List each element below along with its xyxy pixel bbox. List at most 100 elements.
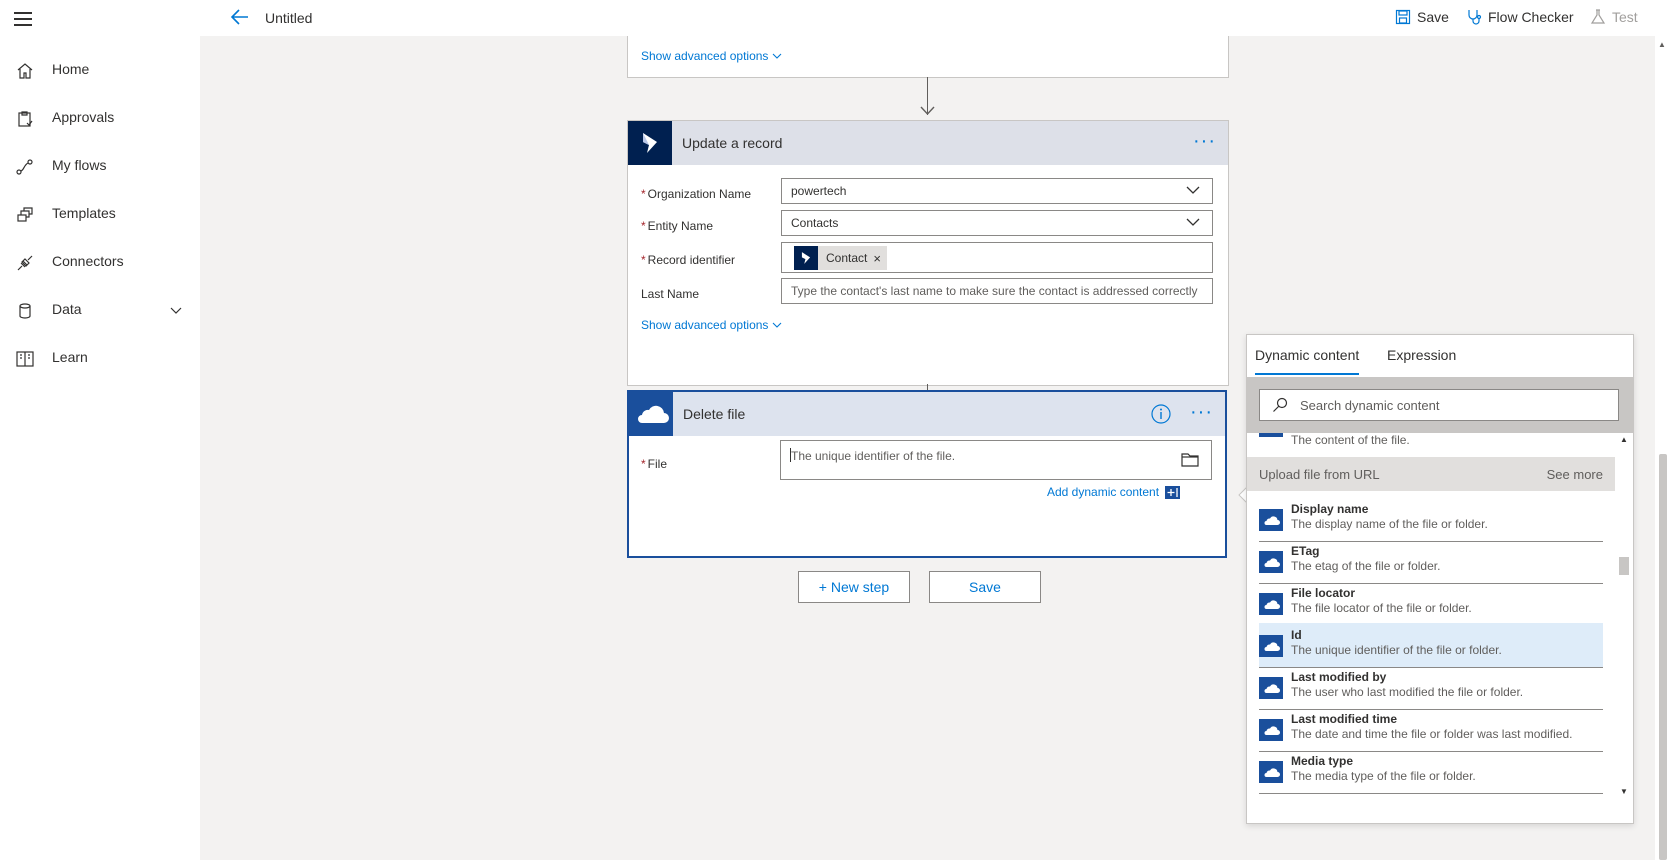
- item-description: The user who last modified the file or f…: [1291, 685, 1524, 699]
- hamburger-menu-icon[interactable]: [14, 12, 32, 26]
- item-description: The display name of the file or folder.: [1291, 517, 1488, 531]
- test-label: Test: [1612, 9, 1638, 25]
- nav-item-home[interactable]: Home: [0, 50, 200, 90]
- delete-file-card-header[interactable]: Delete file ···: [629, 392, 1225, 436]
- chevron-down-icon: [1186, 186, 1200, 194]
- scroll-up-icon[interactable]: ▲: [1620, 435, 1628, 444]
- nav-label-learn: Learn: [52, 349, 88, 365]
- last-name-input[interactable]: Type the contact's last name to make sur…: [781, 278, 1213, 304]
- tab-expression[interactable]: Expression: [1387, 347, 1456, 363]
- test-button[interactable]: Test: [1590, 9, 1638, 25]
- item-name: File locator: [1291, 586, 1356, 600]
- dynamic-item-display-name[interactable]: Display name The display name of the fil…: [1259, 497, 1603, 542]
- item-description: The etag of the file or folder.: [1291, 559, 1441, 573]
- stethoscope-icon: [1468, 10, 1482, 25]
- add-dynamic-content-link[interactable]: Add dynamic content: [1047, 485, 1181, 499]
- file-input[interactable]: The unique identifier of the file.: [780, 440, 1212, 480]
- item-description: The file locator of the file or folder.: [1291, 601, 1472, 615]
- dynamic-list-scrollbar-thumb[interactable]: [1619, 557, 1629, 575]
- flow-title[interactable]: Untitled: [265, 10, 312, 26]
- list-item[interactable]: The content of the file.: [1259, 433, 1603, 449]
- organization-name-dropdown[interactable]: powertech: [781, 178, 1213, 204]
- nav-item-learn[interactable]: Learn: [0, 338, 200, 378]
- save-icon: [1395, 9, 1411, 25]
- dynamic-content-panel: Dynamic content Expression The content o…: [1246, 334, 1634, 824]
- show-advanced-options-link[interactable]: Show advanced options: [641, 49, 782, 63]
- nav-item-templates[interactable]: Templates: [0, 194, 200, 234]
- contact-token-label: Contact: [826, 251, 868, 265]
- entity-name-dropdown[interactable]: Contacts: [781, 210, 1213, 236]
- item-name: Id: [1291, 628, 1302, 642]
- dynamic-content-list: The content of the file. Upload file fro…: [1247, 433, 1633, 821]
- dynamic-list-scrollbar[interactable]: ▲ ▼: [1617, 433, 1631, 821]
- show-advanced-options-label: Show advanced options: [641, 49, 769, 63]
- dynamics-logo-icon: [628, 121, 672, 165]
- nav-label-home: Home: [52, 61, 90, 77]
- more-options-icon[interactable]: ···: [1190, 402, 1213, 422]
- delete-file-title: Delete file: [683, 406, 746, 422]
- dynamic-search-box[interactable]: [1259, 389, 1619, 421]
- section-title: Upload file from URL: [1259, 467, 1380, 482]
- flows-icon: [16, 159, 33, 175]
- dynamic-item-last-modified-by[interactable]: Last modified by The user who last modif…: [1259, 665, 1603, 710]
- nav-label-data: Data: [52, 301, 82, 317]
- previous-action-card: Show advanced options: [627, 36, 1229, 78]
- contact-token[interactable]: Contact ×: [794, 246, 887, 270]
- onedrive-icon: [1259, 719, 1283, 741]
- search-dynamic-content-input[interactable]: [1298, 396, 1602, 414]
- canvas-scrollbar[interactable]: ▲: [1655, 36, 1671, 860]
- scroll-down-icon[interactable]: ▼: [1620, 787, 1628, 796]
- save-flow-button[interactable]: Save: [929, 571, 1041, 603]
- dynamic-item-file-locator[interactable]: File locator The file locator of the fil…: [1259, 581, 1603, 626]
- dynamic-item-media-type[interactable]: Media type The media type of the file or…: [1259, 749, 1603, 794]
- last-name-placeholder: Type the contact's last name to make sur…: [791, 284, 1198, 298]
- info-icon[interactable]: [1151, 404, 1171, 424]
- chevron-down-icon: [1186, 218, 1200, 226]
- chevron-down-icon: [772, 322, 782, 328]
- nav-item-connectors[interactable]: Connectors: [0, 242, 200, 282]
- item-name: Display name: [1291, 502, 1369, 516]
- nav-item-approvals[interactable]: Approvals: [0, 98, 200, 138]
- see-more-link[interactable]: See more: [1547, 467, 1603, 482]
- approvals-icon: [18, 111, 33, 127]
- section-upload-file-from-url: Upload file from URL See more: [1247, 457, 1615, 491]
- onedrive-icon: [1259, 509, 1283, 531]
- save-command-button[interactable]: Save: [1395, 9, 1449, 25]
- chevron-down-icon: [772, 53, 782, 59]
- record-identifier-field[interactable]: Contact ×: [781, 242, 1213, 273]
- onedrive-icon: [1259, 761, 1283, 783]
- home-icon: [17, 63, 33, 79]
- dynamics-logo-icon: [794, 246, 818, 270]
- dynamic-item-etag[interactable]: ETag The etag of the file or folder.: [1259, 539, 1603, 584]
- nav-item-my-flows[interactable]: My flows: [0, 146, 200, 186]
- update-record-card-header[interactable]: Update a record ···: [628, 121, 1228, 165]
- tab-dynamic-content[interactable]: Dynamic content: [1255, 347, 1360, 375]
- last-name-label: Last Name: [641, 287, 700, 301]
- scroll-up-icon[interactable]: ▲: [1658, 40, 1666, 49]
- item-description: The content of the file.: [1291, 433, 1410, 447]
- connectors-icon: [17, 255, 33, 271]
- dynamic-item-id[interactable]: Id The unique identifier of the file or …: [1259, 623, 1603, 668]
- learn-icon: [16, 351, 34, 367]
- chevron-down-icon[interactable]: [170, 304, 182, 316]
- more-options-icon[interactable]: ···: [1193, 131, 1216, 151]
- new-step-button[interactable]: + New step: [798, 571, 910, 603]
- data-icon: [19, 303, 31, 319]
- remove-token-icon[interactable]: ×: [873, 251, 887, 266]
- onedrive-icon: [1259, 635, 1283, 657]
- folder-icon[interactable]: [1181, 452, 1199, 467]
- arrow-down-icon: [920, 106, 935, 116]
- update-record-card: Update a record ··· * Organization Name p…: [627, 120, 1229, 386]
- canvas-scrollbar-thumb[interactable]: [1659, 454, 1667, 860]
- item-name: ETag: [1291, 544, 1320, 558]
- save-command-label: Save: [1417, 9, 1449, 25]
- nav-item-data[interactable]: Data: [0, 290, 200, 330]
- back-arrow-icon[interactable]: [230, 7, 252, 29]
- dynamic-item-last-modified-time[interactable]: Last modified time The date and time the…: [1259, 707, 1603, 752]
- show-advanced-options-link[interactable]: Show advanced options: [641, 318, 782, 332]
- record-identifier-label: * Record identifier: [641, 253, 736, 267]
- item-name: Media type: [1291, 754, 1354, 768]
- onedrive-icon: [1259, 677, 1283, 699]
- flow-checker-button[interactable]: Flow Checker: [1466, 9, 1574, 25]
- item-description: The unique identifier of the file or fol…: [1291, 643, 1502, 657]
